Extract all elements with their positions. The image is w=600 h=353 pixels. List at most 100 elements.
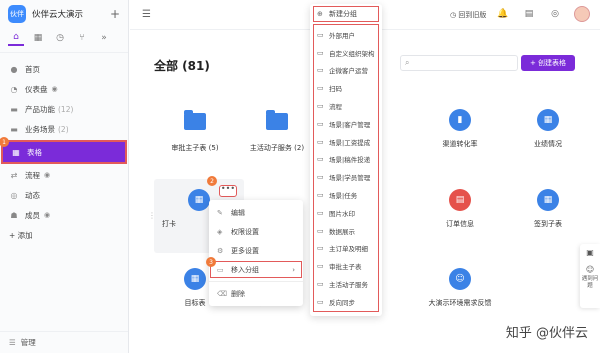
group-item[interactable]: ▭ 图片水印 [314,204,378,222]
help-icon[interactable]: ☺ [586,265,594,274]
grid-icon: ▦ [537,109,559,131]
folder-icon: ▭ [317,226,324,235]
create-table-button[interactable]: + 创建表格 [521,55,575,71]
sidebar-item-label: 业务场景 [25,124,55,134]
bell-icon[interactable]: 🔔 [496,7,510,21]
sidebar-item-home[interactable]: ● 首页 [0,59,128,79]
page-title: 全部 (81) [154,59,210,73]
sidebar-manage[interactable]: ☰ 管理 [0,331,128,353]
tile-label: 审批主子表 (5) [171,144,219,152]
group-item[interactable]: ▭ 主活动子服务 [314,275,378,293]
folder-icon: ▭ [317,208,324,217]
back-old-label: 回到旧版 [458,11,487,19]
group-item[interactable]: ▭ 场景|任务 [314,186,378,204]
eye-icon: ◉ [44,171,51,179]
sidebar-list: ● 首页 ◔ 仪表盘 ◉ ▬ 产品功能 (12) ▬ 业务场景 (2) 1 ▦ 表格 ⇄ 流程 ◉ ◎… [0,53,128,245]
hamburger-icon[interactable]: ☰ [142,9,151,20]
folder-icon: ▭ [317,66,324,75]
manage-label: 管理 [20,338,36,347]
tile-folder[interactable]: 主活动子服务 (2) [232,109,322,153]
bar-chart-icon: ▮ [449,109,471,131]
tile-table[interactable]: ▤ 订单信息 [415,189,505,229]
sidebar-item-label: 表格 [27,147,42,157]
group-item[interactable]: ▭ 审批主子表 [314,257,378,275]
group-item[interactable]: ▭ 主订单及明细 [314,240,378,258]
qrcode-icon[interactable]: ▣ [586,248,594,257]
new-group-button[interactable]: ⊕ 新建分组 [313,6,379,22]
tile-table[interactable]: ▦ 业绩情况 [503,109,593,149]
menu-label: 更多设置 [231,246,259,255]
step-badge: 3 [206,257,216,267]
group-item[interactable]: ▭ 扫码 [314,79,378,97]
tab-branch-icon[interactable]: ⑂ [74,30,90,46]
app-title[interactable]: 伙伴云大演示 [32,8,110,20]
group-item[interactable]: ▭ 场景|学员管理 [314,168,378,186]
tile-table[interactable]: ▦ 签到子表 [503,189,593,229]
tile-label: 签到子表 [534,220,562,228]
group-label: 审批主子表 [329,263,362,272]
sidebar-item-members[interactable]: ☗ 成员 ◉ [0,205,128,225]
group-item[interactable]: ▭连接|天眼查 [314,311,378,312]
search-input[interactable]: ⌕ [400,55,518,71]
trash-icon: ⌫ [217,289,227,298]
menu-item-edit[interactable]: ✎ 编辑 [209,203,303,222]
tile-table[interactable]: ☺ 大演示环境需求反馈 [415,268,505,308]
folder-icon [184,110,206,130]
folder-icon: ▭ [317,155,324,164]
divider [209,281,303,282]
menu-label: 权限设置 [231,227,259,236]
menu-item-more-settings[interactable]: ⚙ 更多设置 [209,241,303,260]
grid-icon: ▦ [188,189,210,211]
sidebar-item-product[interactable]: ▬ 产品功能 (12) [0,99,128,119]
group-item[interactable]: ▭ 数据展示 [314,222,378,240]
avatar[interactable] [574,6,590,22]
sidebar-item-label: 仪表盘 [25,84,48,94]
folder-icon: ▭ [317,48,324,57]
sidebar-item-flow[interactable]: ⇄ 流程 ◉ [0,165,128,185]
add-icon[interactable]: + [110,7,120,21]
sidebar-item-activity[interactable]: ◎ 动态 [0,185,128,205]
group-item[interactable]: ▭ 自定义组织架构 [314,44,378,62]
tab-clock-icon[interactable]: ◷ [52,30,68,46]
tab-table-icon[interactable]: ▦ [30,30,46,46]
tile-table[interactable]: ▮ 渠道转化率 [415,109,505,149]
menu-item-permissions[interactable]: ◈ 权限设置 [209,222,303,241]
group-label: 图片水印 [329,209,355,218]
more-options-button[interactable]: ••• [219,185,237,197]
folder-icon: ▭ [317,173,324,182]
home-icon: ● [10,64,18,74]
folder-icon: ▭ [317,244,324,253]
tab-home-icon[interactable]: ⌂ [8,30,24,46]
menu-item-delete[interactable]: ⌫ 删除 [209,284,303,303]
group-item[interactable]: ▭ 企微客户运营 [314,62,378,80]
tile-label: 订单信息 [446,220,474,228]
group-item[interactable]: ▭ 外部用户 [314,26,378,44]
new-group-label: 新建分组 [329,10,357,18]
step-badge: 1 [0,137,9,147]
sidebar-item-label: + 添加 [9,230,33,240]
folder-icon: ▭ [317,102,324,111]
sidebar-item-dashboard[interactable]: ◔ 仪表盘 ◉ [0,79,128,99]
sidebar-item-tables[interactable]: 1 ▦ 表格 [0,137,127,164]
help-float[interactable]: ▣ ☺ 遇到问题 [580,244,600,308]
group-item[interactable]: ▭ 场景|客户管理 [314,115,378,133]
inbox-icon[interactable]: ▤ [522,7,536,21]
folder-icon: ▭ [317,137,324,146]
tab-more-icon[interactable]: » [96,30,112,46]
group-item[interactable]: ▭ 场景|工资提成 [314,133,378,151]
tile-folder[interactable]: 审批主子表 (5) [150,109,240,153]
menu-item-move-to-group[interactable]: 3 ▭ 移入分组 › [206,257,303,279]
group-label: 场景|任务 [329,192,358,201]
menu-label: 删除 [231,289,245,298]
sidebar-item-scenes[interactable]: ▬ 业务场景 (2) [0,119,128,139]
item-count: (2) [58,124,69,134]
group-item[interactable]: ▭ 反向同步 [314,293,378,311]
sidebar-item-label: 动态 [25,190,40,200]
back-to-old-button[interactable]: ◷ 回到旧版 [450,10,486,20]
compass-icon[interactable]: ◎ [548,7,562,21]
group-item[interactable]: ▭ 流程 [314,97,378,115]
topbar-icons: 🔔 ▤ ◎ [496,6,590,22]
group-item[interactable]: ▭ 场景|稿件投递 [314,151,378,169]
folder-icon: ▬ [10,124,18,134]
sidebar-add[interactable]: + 添加 [0,225,128,245]
